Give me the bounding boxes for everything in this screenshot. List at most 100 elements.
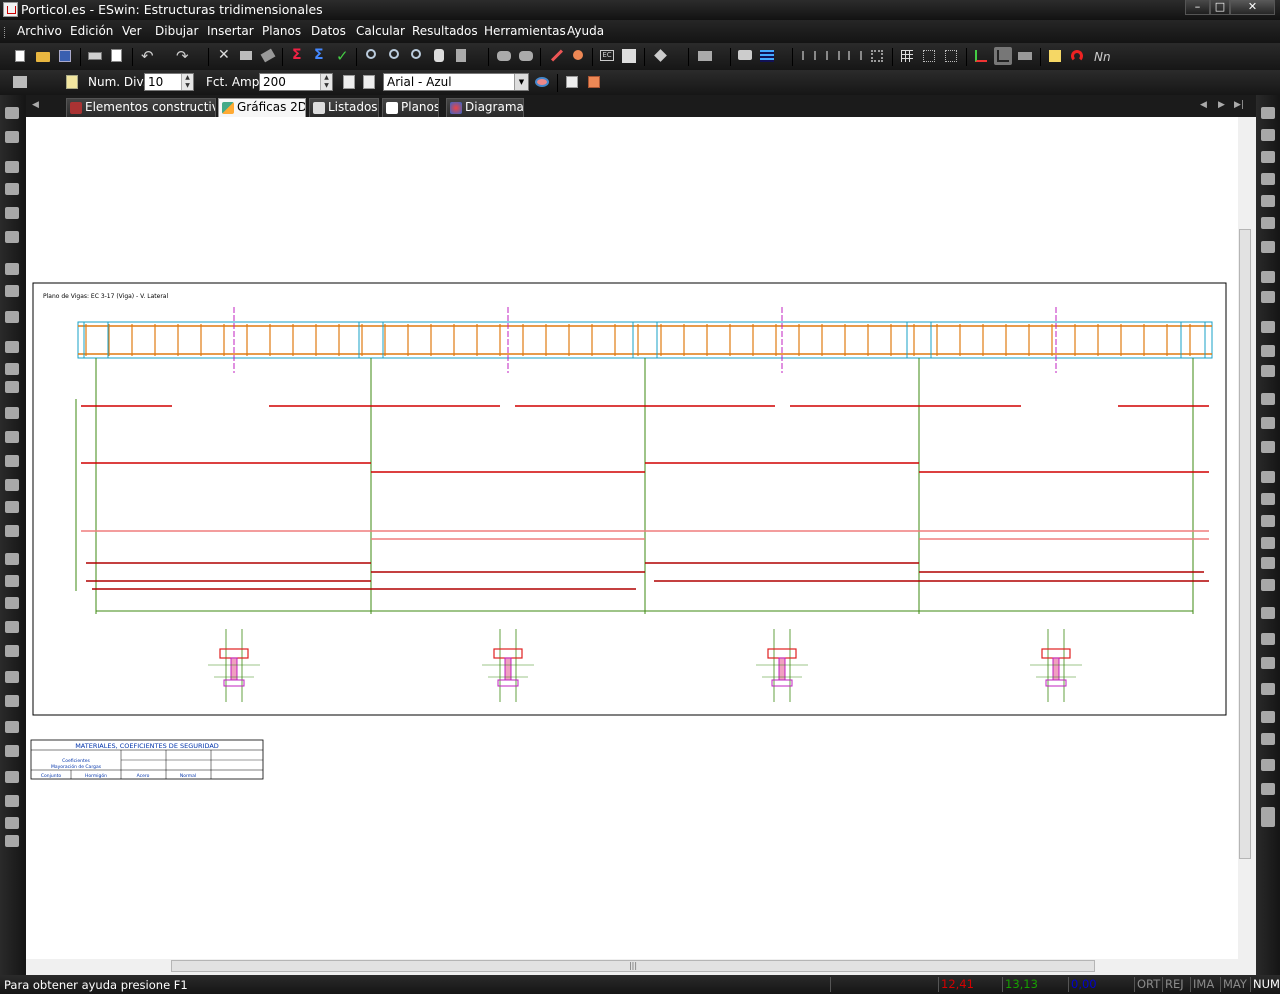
right-tool-20-icon[interactable] bbox=[1261, 557, 1275, 569]
fct-amp-arrows[interactable]: ▲ ▼ bbox=[320, 74, 332, 90]
right-tool-9-icon[interactable] bbox=[1261, 291, 1275, 303]
left-tool-1-icon[interactable] bbox=[5, 107, 19, 119]
beam-section-icon[interactable] bbox=[620, 47, 638, 65]
right-tool-7-icon[interactable] bbox=[1261, 241, 1275, 253]
font-color-select[interactable]: Arial - Azul ▼ bbox=[383, 73, 529, 91]
left-tool-19-icon[interactable] bbox=[5, 553, 19, 565]
left-tool-16-icon[interactable] bbox=[5, 479, 19, 491]
redo-icon[interactable]: ↷ bbox=[174, 47, 192, 65]
minimize-button[interactable]: – bbox=[1185, 0, 1210, 15]
tab-elementos-constructivos[interactable]: Elementos constructivos bbox=[66, 98, 216, 117]
left-tool-25-icon[interactable] bbox=[5, 695, 19, 707]
check-icon[interactable]: ✓ bbox=[333, 47, 351, 65]
tab-planos[interactable]: Planos bbox=[382, 98, 439, 117]
close-button[interactable]: ✕ bbox=[1230, 0, 1275, 15]
menu-datos[interactable]: Datos bbox=[311, 24, 346, 38]
angle-icon[interactable] bbox=[994, 47, 1012, 65]
drawing-canvas[interactable]: Plano de Vigas: EC 3-17 (Viga) - V. Late… bbox=[26, 117, 1238, 959]
eraser-icon[interactable] bbox=[259, 47, 277, 65]
undo-icon[interactable]: ↶ bbox=[139, 47, 157, 65]
menu-dibujar[interactable]: Dibujar bbox=[155, 24, 198, 38]
right-tool-4-icon[interactable] bbox=[1261, 173, 1275, 185]
left-tool-18-icon[interactable] bbox=[5, 525, 19, 537]
left-tool-24-icon[interactable] bbox=[5, 671, 19, 683]
menu-edicion[interactable]: Edición bbox=[70, 24, 113, 38]
left-tool-7-icon[interactable] bbox=[5, 263, 19, 275]
layers-icon[interactable] bbox=[696, 47, 714, 65]
fct-amp-value[interactable]: 200 bbox=[263, 75, 286, 89]
left-tool-5-icon[interactable] bbox=[5, 207, 19, 219]
palette-icon[interactable] bbox=[533, 73, 551, 91]
zoom-out-icon[interactable] bbox=[408, 47, 426, 65]
right-tool-15-icon[interactable] bbox=[1261, 441, 1275, 453]
left-tool-31-icon[interactable] bbox=[5, 835, 19, 847]
right-tool-11-icon[interactable] bbox=[1261, 345, 1275, 357]
cut-icon[interactable]: ✕ bbox=[215, 47, 233, 65]
page-setup-icon[interactable] bbox=[63, 73, 81, 91]
save-icon[interactable] bbox=[56, 47, 74, 65]
left-tool-15-icon[interactable] bbox=[5, 455, 19, 467]
diamond-icon[interactable] bbox=[652, 47, 670, 65]
layout-icon[interactable] bbox=[11, 73, 29, 91]
left-tool-14-icon[interactable] bbox=[5, 431, 19, 443]
pan-hand-icon[interactable] bbox=[430, 47, 448, 65]
status-num[interactable]: NUM bbox=[1250, 977, 1280, 992]
right-tool-2-icon[interactable] bbox=[1261, 129, 1275, 141]
left-tool-12-icon[interactable] bbox=[5, 381, 19, 393]
text-doc-icon[interactable] bbox=[360, 73, 378, 91]
right-tool-23-icon[interactable] bbox=[1261, 633, 1275, 645]
left-tool-29-icon[interactable] bbox=[5, 795, 19, 807]
menu-archivo[interactable]: Archivo bbox=[17, 24, 62, 38]
menu-herramientas[interactable]: Herramientas bbox=[484, 24, 566, 38]
num-div-stepper[interactable]: 10 ▲ ▼ bbox=[144, 73, 194, 91]
left-tool-27-icon[interactable] bbox=[5, 745, 19, 757]
folder-copy-icon[interactable] bbox=[563, 73, 581, 91]
left-tool-30-icon[interactable] bbox=[5, 817, 19, 829]
vertical-scrollbar[interactable] bbox=[1238, 117, 1252, 959]
right-tool-27-icon[interactable] bbox=[1261, 733, 1275, 745]
grid-icon[interactable] bbox=[898, 47, 916, 65]
open-folder-icon[interactable] bbox=[34, 47, 52, 65]
right-tool-17-icon[interactable] bbox=[1261, 493, 1275, 505]
left-tool-8-icon[interactable] bbox=[5, 285, 19, 297]
right-tool-18-icon[interactable] bbox=[1261, 515, 1275, 527]
pencil-icon[interactable] bbox=[547, 47, 565, 65]
left-tool-13-icon[interactable] bbox=[5, 407, 19, 419]
vertical-scroll-thumb[interactable] bbox=[1239, 229, 1251, 859]
left-tool-2-icon[interactable] bbox=[5, 131, 19, 143]
app-icon[interactable] bbox=[3, 2, 18, 17]
left-tool-26-icon[interactable] bbox=[5, 721, 19, 733]
tab-listados[interactable]: Listados bbox=[309, 98, 379, 117]
ungroup-icon[interactable] bbox=[517, 47, 535, 65]
print-preview-icon[interactable] bbox=[108, 47, 126, 65]
left-tool-21-icon[interactable] bbox=[5, 597, 19, 609]
num-div-value[interactable]: 10 bbox=[148, 75, 163, 89]
right-tool-31-icon[interactable] bbox=[1261, 815, 1275, 827]
left-tool-22-icon[interactable] bbox=[5, 621, 19, 633]
status-rej[interactable]: REJ bbox=[1162, 977, 1190, 992]
zoom-in-icon[interactable] bbox=[386, 47, 404, 65]
right-tool-10-icon[interactable] bbox=[1261, 321, 1275, 333]
snap-icon[interactable] bbox=[942, 47, 960, 65]
fct-amp-stepper[interactable]: 200 ▲ ▼ bbox=[259, 73, 333, 91]
right-tool-12-icon[interactable] bbox=[1261, 365, 1275, 377]
left-tool-6-icon[interactable] bbox=[5, 231, 19, 243]
menu-ayuda[interactable]: Ayuda bbox=[567, 24, 604, 38]
print-icon[interactable] bbox=[86, 47, 104, 65]
left-tool-28-icon[interactable] bbox=[5, 771, 19, 783]
chevron-down-icon[interactable]: ▼ bbox=[514, 74, 528, 90]
menu-resultados[interactable]: Resultados bbox=[412, 24, 478, 38]
align-right-icon[interactable] bbox=[846, 47, 864, 65]
left-tool-20-icon[interactable] bbox=[5, 575, 19, 587]
magnet-icon[interactable] bbox=[1068, 47, 1086, 65]
menu-ver[interactable]: Ver bbox=[122, 24, 142, 38]
new-file-icon[interactable] bbox=[11, 47, 29, 65]
right-tool-19-icon[interactable] bbox=[1261, 537, 1275, 549]
left-tool-4-icon[interactable] bbox=[5, 183, 19, 195]
right-tool-3-icon[interactable] bbox=[1261, 151, 1275, 163]
left-tool-9-icon[interactable] bbox=[5, 311, 19, 323]
menu-planos[interactable]: Planos bbox=[262, 24, 301, 38]
horizontal-scrollbar[interactable]: ||| bbox=[26, 959, 1238, 973]
ec-icon[interactable]: EC bbox=[598, 47, 616, 65]
right-tool-14-icon[interactable] bbox=[1261, 417, 1275, 429]
